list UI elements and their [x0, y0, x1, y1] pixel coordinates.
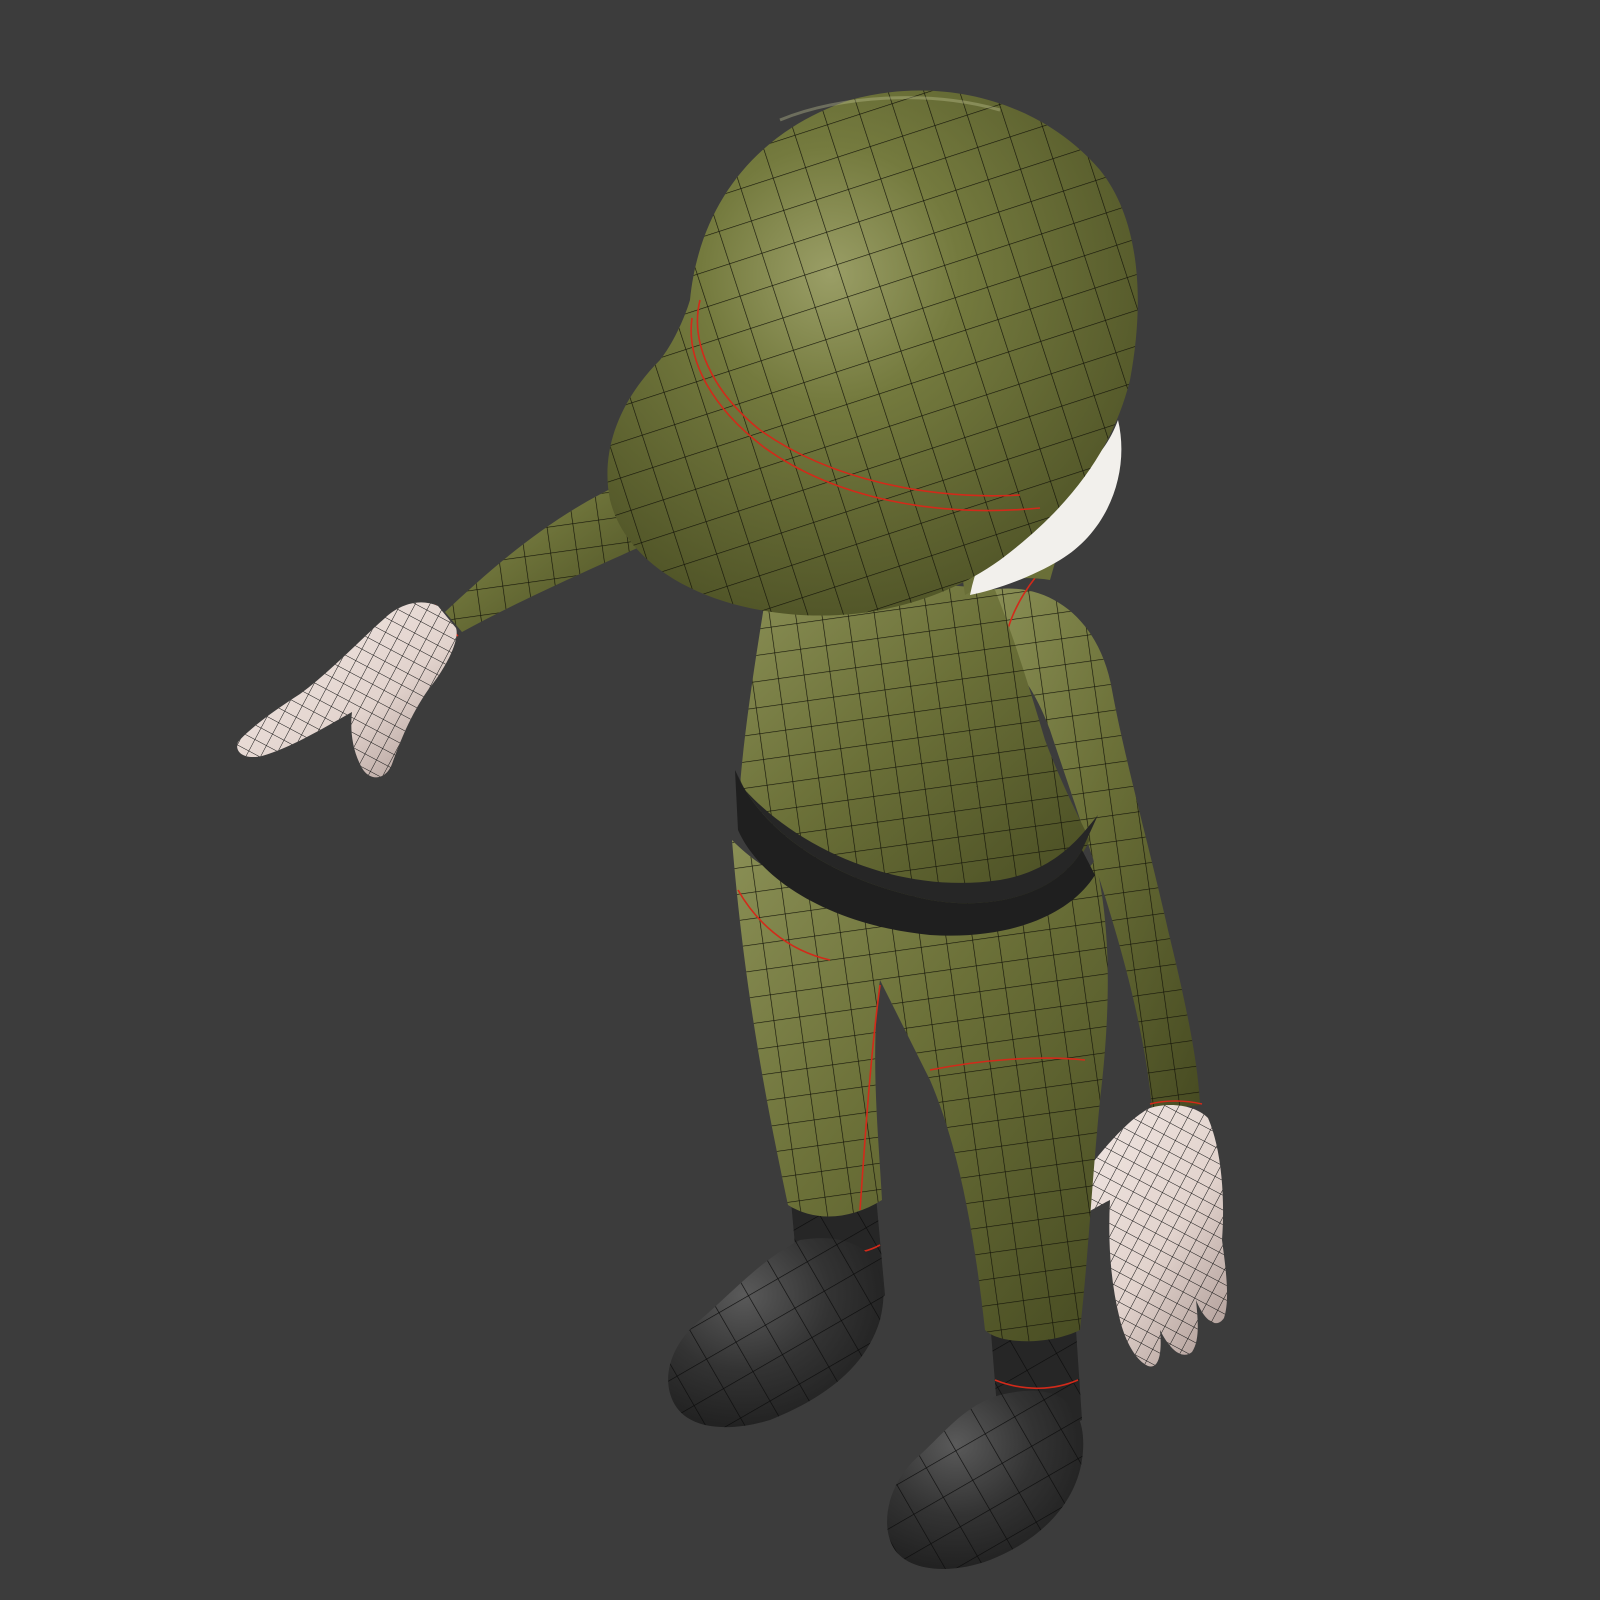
character-model: [237, 90, 1228, 1569]
3d-viewport[interactable]: [0, 0, 1600, 1600]
left-hand: [237, 602, 457, 778]
left-boot: [668, 1238, 884, 1428]
right-boot: [887, 1390, 1084, 1569]
